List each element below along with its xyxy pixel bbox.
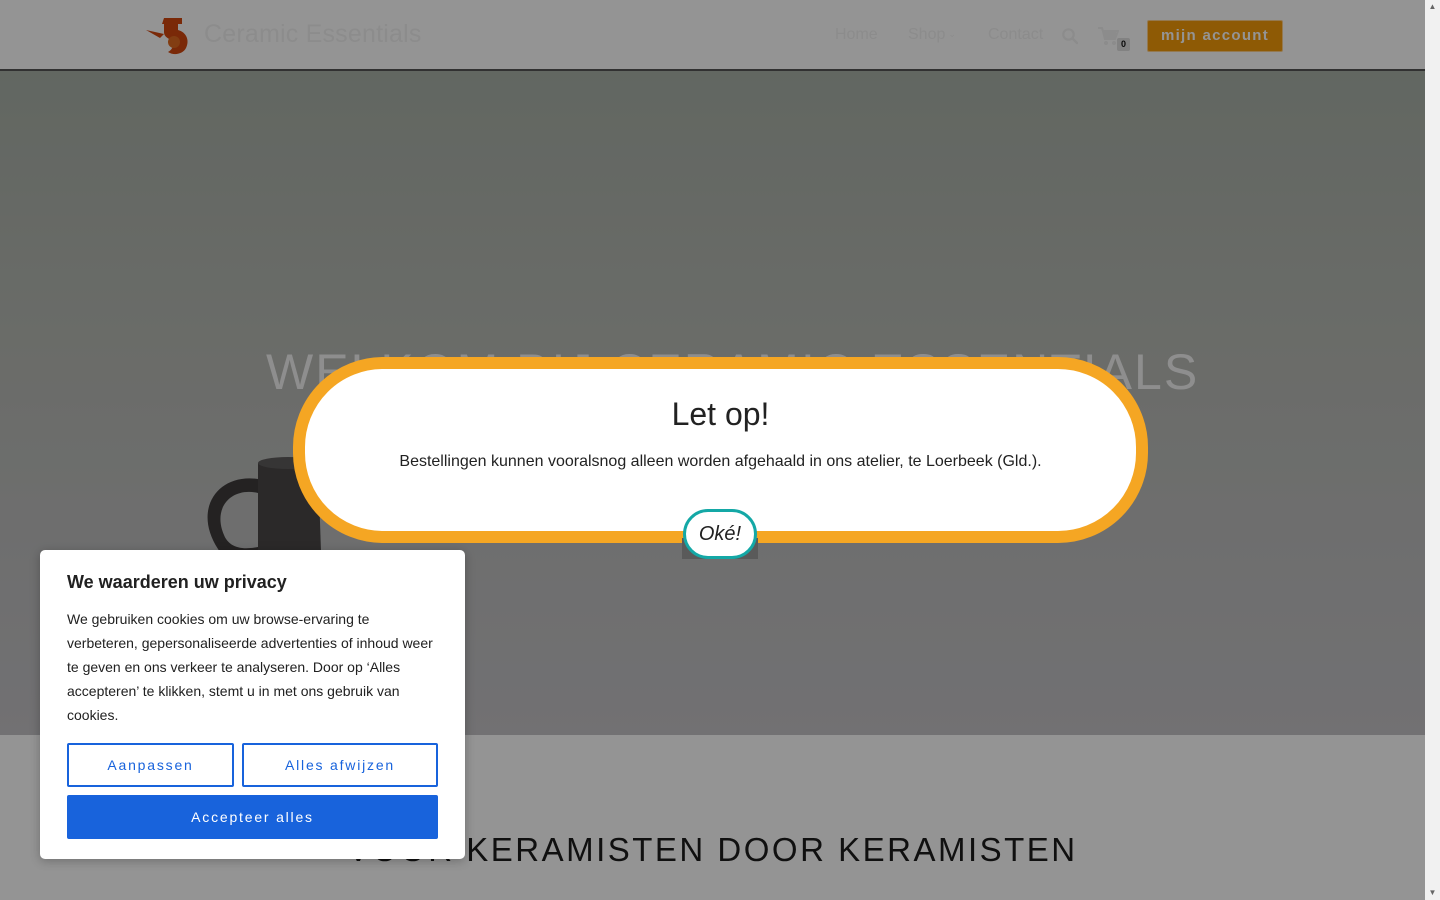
page-scrollbar[interactable]: ▲ ▼ [1425,0,1440,900]
customize-button[interactable]: Aanpassen [67,743,234,787]
cookie-banner: We waarderen uw privacy We gebruiken coo… [40,550,465,859]
scroll-up-icon[interactable]: ▲ [1425,0,1440,14]
ok-button[interactable]: Oké! [683,509,757,559]
accept-all-button[interactable]: Accepteer alles [67,795,438,839]
cookie-text: We gebruiken cookies om uw browse-ervari… [67,611,433,723]
notice-text: Bestellingen kunnen vooralsnog alleen wo… [399,453,1042,470]
notice-title: Let op! [671,396,770,432]
cookie-title: We waarderen uw privacy [67,572,287,592]
reject-all-button[interactable]: Alles afwijzen [242,743,438,787]
scroll-down-icon[interactable]: ▼ [1425,886,1440,900]
